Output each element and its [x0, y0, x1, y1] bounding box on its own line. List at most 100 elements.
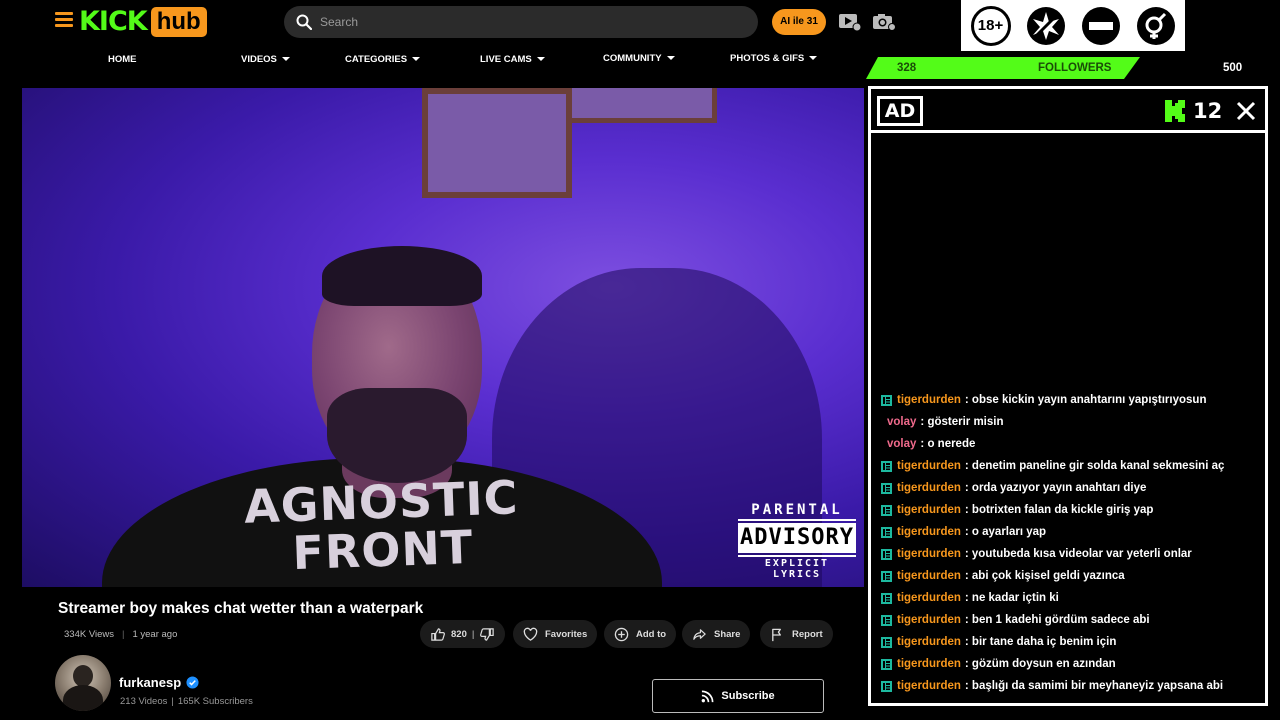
- chat-username[interactable]: tigerdurden: [897, 499, 961, 521]
- user-badge-icon: [881, 680, 892, 692]
- nav-categories[interactable]: CATEGORIES: [345, 54, 421, 65]
- followers-goal: 500: [1223, 62, 1243, 74]
- nav-videos[interactable]: VIDEOS: [241, 54, 290, 65]
- advisory-line-3: EXPLICIT LYRICS: [738, 555, 856, 580]
- chat-message: tigerdurden: o ayarları yap: [881, 521, 1261, 543]
- chat-message-text: : gözüm doysun en azından: [964, 658, 1116, 670]
- kick-k-icon: [1165, 100, 1185, 122]
- channel-name-text: furkanesp: [119, 675, 182, 690]
- chevron-down-icon: [536, 57, 545, 62]
- video-player[interactable]: AGNOSTIC FRONT PARENTAL ADVISORY EXPLICI…: [22, 88, 864, 587]
- flag-icon: [772, 628, 781, 641]
- share-label: Share: [714, 628, 741, 640]
- chat-header: AD 12: [871, 89, 1265, 133]
- viewer-count: 12: [1165, 99, 1222, 123]
- chat-message-text: : başlığı da samimi bir meyhaneyiz yapsa…: [964, 680, 1224, 692]
- user-badge-icon: [881, 394, 892, 406]
- subscribe-button[interactable]: Subscribe: [652, 679, 824, 713]
- search-input[interactable]: [320, 15, 740, 29]
- report-button[interactable]: Report: [760, 620, 833, 648]
- favorites-button[interactable]: Favorites: [513, 620, 598, 648]
- channel-avatar[interactable]: [55, 655, 111, 711]
- channel-subscriber-count: 165K Subscribers: [177, 696, 253, 707]
- report-label: Report: [792, 628, 823, 640]
- search-bar[interactable]: [284, 6, 758, 38]
- chat-message: tigerdurden: abi çok kişisel geldi yazın…: [881, 565, 1261, 587]
- logo-kick-text: KICK: [79, 6, 148, 37]
- no-entry-badge-icon: [1081, 6, 1120, 45]
- channel-name[interactable]: furkanesp: [119, 675, 199, 690]
- chat-username[interactable]: tigerdurden: [897, 565, 961, 587]
- chat-username[interactable]: tigerdurden: [897, 455, 961, 477]
- chat-message: tigerdurden: denetim paneline gir solda …: [881, 455, 1261, 477]
- advisory-line-2: ADVISORY: [738, 523, 856, 553]
- chat-message-text: : botrixten falan da kickle giriş yap: [964, 504, 1154, 516]
- chat-message-text: : gösterir misin: [920, 416, 1004, 428]
- photo-camera-icon[interactable]: [872, 12, 896, 32]
- chat-username[interactable]: tigerdurden: [897, 675, 961, 697]
- like-dislike-group: 820 |: [420, 620, 505, 648]
- search-icon[interactable]: [296, 14, 312, 30]
- chat-username[interactable]: tigerdurden: [897, 609, 961, 631]
- add-to-label: Add to: [636, 628, 667, 640]
- chat-username[interactable]: tigerdurden: [897, 653, 961, 675]
- chat-username[interactable]: tigerdurden: [897, 389, 961, 411]
- chat-username[interactable]: tigerdurden: [897, 587, 961, 609]
- nav-home[interactable]: HOME: [108, 54, 137, 65]
- chat-message: tigerdurden: ne kadar içtin ki: [881, 587, 1261, 609]
- nav-community[interactable]: COMMUNITY: [603, 53, 675, 64]
- parental-advisory-label: PARENTAL ADVISORY EXPLICIT LYRICS: [738, 502, 856, 580]
- chevron-down-icon: [809, 56, 818, 61]
- chat-message-text: : bir tane daha iç benim için: [964, 636, 1117, 648]
- chat-username[interactable]: volay: [887, 411, 916, 433]
- channel-meta: 213 Videos | 165K Subscribers: [120, 696, 253, 707]
- chevron-down-icon: [412, 57, 421, 62]
- chat-message-text: : orda yazıyor yayın anahtarı diye: [964, 482, 1147, 494]
- chevron-down-icon: [666, 56, 675, 61]
- chat-message-text: : o ayarları yap: [964, 526, 1047, 538]
- video-camera-icon[interactable]: [838, 12, 862, 32]
- chat-message-text: : denetim paneline gir solda kanal sekme…: [964, 460, 1225, 472]
- favorites-label: Favorites: [545, 628, 588, 640]
- thumbs-down-icon[interactable]: [479, 627, 495, 642]
- divider: |: [122, 629, 125, 640]
- chat-username[interactable]: tigerdurden: [897, 521, 961, 543]
- nav-photos-gifs[interactable]: PHOTOS & GIFS: [730, 53, 818, 64]
- site-logo[interactable]: KICK hub: [79, 6, 207, 38]
- close-icon[interactable]: [1235, 100, 1257, 122]
- ai-button[interactable]: AI ile 31: [772, 9, 826, 35]
- user-badge-icon: [881, 504, 892, 516]
- plus-circle-icon: [614, 627, 629, 641]
- chat-message-text: : ben 1 kadehi gördüm sadece abi: [964, 614, 1150, 626]
- rss-icon: [702, 690, 714, 702]
- shirt-print-text: AGNOSTIC FRONT: [243, 470, 520, 581]
- divider: |: [471, 628, 475, 640]
- view-count: 334K Views: [64, 629, 114, 640]
- content-rating-badges: 18+: [961, 0, 1185, 51]
- age-18-badge: 18+: [970, 5, 1011, 46]
- avatar-body: [63, 685, 103, 711]
- followers-current: 328: [897, 62, 917, 74]
- share-button[interactable]: Share: [682, 620, 751, 648]
- streamer-beard: [327, 388, 467, 483]
- menu-icon[interactable]: [55, 12, 73, 28]
- user-badge-icon: [881, 614, 892, 626]
- followers-goal-bar: 328 FOLLOWERS 500: [866, 57, 1280, 79]
- explicit-star-badge-icon: [1026, 6, 1065, 45]
- divider: |: [171, 696, 174, 707]
- chat-username[interactable]: tigerdurden: [897, 631, 961, 653]
- thumbs-up-icon[interactable]: [430, 627, 445, 642]
- chat-message-text: : youtubeda kısa videolar var yeterli on…: [964, 548, 1192, 560]
- chat-message-text: : o nerede: [920, 438, 976, 450]
- chat-message-list: tigerdurden: obse kickin yayın anahtarın…: [881, 389, 1261, 697]
- add-to-button[interactable]: Add to: [604, 620, 677, 648]
- video-title: Streamer boy makes chat wetter than a wa…: [58, 600, 424, 617]
- chat-username[interactable]: volay: [887, 433, 916, 455]
- chat-username[interactable]: tigerdurden: [897, 543, 961, 565]
- heart-icon: [523, 627, 538, 641]
- chat-message: volay : o nerede: [881, 433, 1261, 455]
- nav-live-cams[interactable]: LIVE CAMS: [480, 54, 545, 65]
- subscribe-label: Subscribe: [721, 690, 775, 702]
- chat-username[interactable]: tigerdurden: [897, 477, 961, 499]
- avatar-head: [73, 665, 93, 687]
